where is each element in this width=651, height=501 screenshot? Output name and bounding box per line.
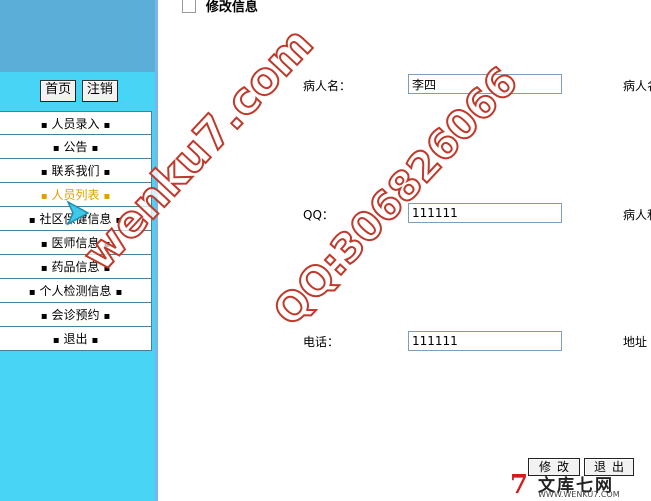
bullet-icon: ▪ [103, 263, 111, 274]
sidebar-item[interactable]: ▪ 公告 ▪ [0, 135, 152, 159]
page-title-row: 修改信息 [182, 0, 258, 15]
bullet-icon: ▪ [103, 239, 111, 250]
address-label: 地址 [623, 335, 648, 349]
phone-input[interactable] [408, 331, 562, 351]
sidebar-item[interactable]: ▪ 医师信息 ▪ [0, 231, 152, 255]
main-content: 修改信息 病人名： 病人名 QQ： 病人和 电话： 地址 修改 退出 [158, 0, 651, 501]
logo-seven-icon: 7 [510, 470, 529, 500]
qq-input[interactable] [408, 203, 562, 223]
bullet-icon: ▪ [40, 120, 48, 131]
sidebar-item-label: 个人检测信息 [39, 284, 112, 298]
wenku7-logo: 7 文库七网 WWW.WENKU7.COM [508, 470, 651, 501]
sidebar-item-label: 退出 [63, 332, 88, 346]
sidebar-header [0, 0, 158, 72]
sidebar-item-label: 人员录入 [51, 117, 100, 131]
bullet-icon: ▪ [115, 215, 123, 226]
sidebar-item[interactable]: ▪ 个人检测信息 ▪ [0, 279, 152, 303]
mouse-cursor-icon [66, 200, 90, 226]
bullet-icon: ▪ [52, 143, 60, 154]
sidebar-item-label: 会诊预约 [51, 308, 100, 322]
sidebar-item-label: 药品信息 [51, 260, 100, 274]
patient-right-label-2: 病人和 [623, 208, 651, 222]
bullet-icon: ▪ [91, 335, 99, 346]
patient-name-label: 病人名： [303, 79, 352, 93]
bullet-icon: ▪ [40, 263, 48, 274]
sidebar-item[interactable]: ▪ 退出 ▪ [0, 327, 152, 351]
sidebar-item-label: 联系我们 [51, 164, 100, 178]
phone-label: 电话： [303, 335, 340, 349]
sidebar-item[interactable]: ▪ 会诊预约 ▪ [0, 303, 152, 327]
sidebar-item[interactable]: ▪ 联系我们 ▪ [0, 159, 152, 183]
bullet-icon: ▪ [52, 335, 60, 346]
bullet-icon: ▪ [103, 120, 111, 131]
bullet-icon: ▪ [28, 215, 36, 226]
top-button-group: 首页 注销 [0, 80, 158, 102]
title-checkbox-icon [182, 0, 196, 13]
bullet-icon: ▪ [40, 239, 48, 250]
sidebar-nav: ▪人员录入▪▪公告▪▪联系我们▪▪人员列表▪▪社区保健信息▪▪医师信息▪▪药品信… [0, 111, 152, 351]
sidebar-item[interactable]: ▪ 人员录入 ▪ [0, 111, 152, 135]
patient-right-label-1: 病人名 [623, 79, 651, 93]
page-title: 修改信息 [205, 0, 258, 15]
sidebar-item-label: 公告 [63, 140, 88, 154]
bullet-icon: ▪ [40, 311, 48, 322]
bullet-icon: ▪ [91, 143, 99, 154]
qq-label: QQ： [303, 208, 334, 222]
bullet-icon: ▪ [40, 191, 48, 202]
bullet-icon: ▪ [40, 167, 48, 178]
bullet-icon: ▪ [103, 311, 111, 322]
bullet-icon: ▪ [115, 287, 123, 298]
bullet-icon: ▪ [28, 287, 36, 298]
bullet-icon: ▪ [103, 167, 111, 178]
home-button[interactable]: 首页 [40, 80, 77, 102]
bullet-icon: ▪ [103, 191, 111, 202]
sidebar-item[interactable]: ▪ 药品信息 ▪ [0, 255, 152, 279]
sidebar: 首页 注销 ▪人员录入▪▪公告▪▪联系我们▪▪人员列表▪▪社区保健信息▪▪医师信… [0, 0, 158, 501]
patient-name-input[interactable] [408, 74, 562, 94]
logout-button[interactable]: 注销 [81, 80, 118, 102]
logo-url: WWW.WENKU7.COM [538, 490, 620, 499]
sidebar-item-label: 医师信息 [51, 236, 100, 250]
